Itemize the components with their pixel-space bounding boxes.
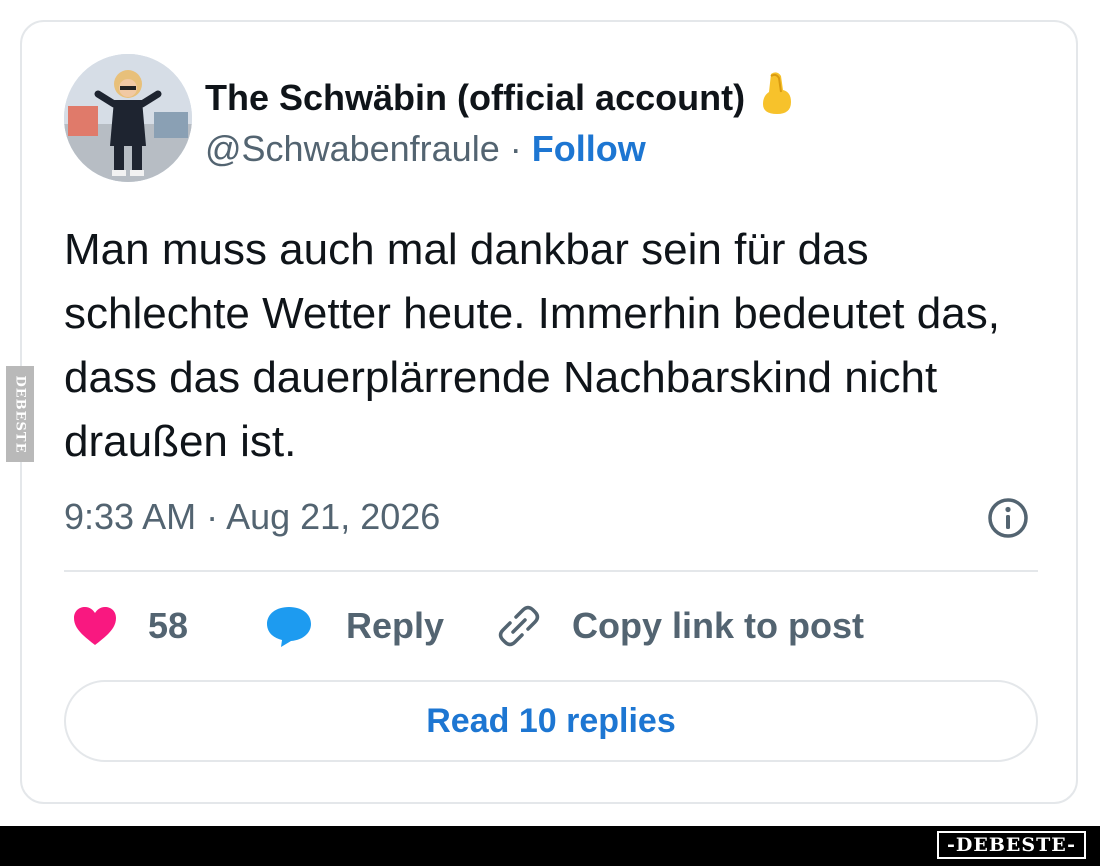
footer-watermark-logo: -DEBESTE- [937, 831, 1086, 859]
copy-link-button[interactable]: Copy link to post [496, 600, 864, 652]
handle-line: @Schwabenfraule · Follow [205, 128, 646, 170]
pinched-fingers-emoji-icon [757, 70, 799, 125]
display-name[interactable]: The Schwäbin (official account) [205, 70, 799, 125]
action-bar: 58 Reply Copy link to post [64, 600, 1034, 652]
reply-label: Reply [346, 605, 445, 646]
follow-button[interactable]: Follow [532, 128, 646, 169]
like-button[interactable]: 58 [72, 600, 188, 652]
footer-bar: -DEBESTE- [0, 826, 1100, 866]
reply-button[interactable]: Reply [264, 600, 444, 652]
tweet-text: Man muss auch mal dankbar sein für das s… [64, 225, 1000, 466]
handle[interactable]: @Schwabenfraule [205, 128, 500, 169]
display-name-text: The Schwäbin (official account) [205, 76, 746, 118]
reply-bubble-icon [267, 607, 311, 647]
avatar[interactable] [64, 54, 192, 182]
divider [64, 570, 1038, 572]
heart-icon [74, 607, 116, 645]
read-replies-button[interactable]: Read 10 replies [64, 680, 1038, 762]
timestamp[interactable]: 9:33 AM · Aug 21, 2026 [64, 496, 440, 538]
like-count: 58 [148, 605, 189, 646]
info-icon[interactable] [986, 496, 1030, 540]
tweet-card: The Schwäbin (official account) @Schwabe… [20, 20, 1078, 804]
link-icon [498, 605, 540, 647]
separator: · [499, 128, 532, 169]
read-replies-label: Read 10 replies [426, 701, 676, 740]
avatar-image [64, 54, 192, 182]
side-watermark-text: DEBESTE [12, 374, 28, 454]
side-watermark: DEBESTE [6, 366, 34, 462]
copy-link-label: Copy link to post [572, 605, 864, 646]
